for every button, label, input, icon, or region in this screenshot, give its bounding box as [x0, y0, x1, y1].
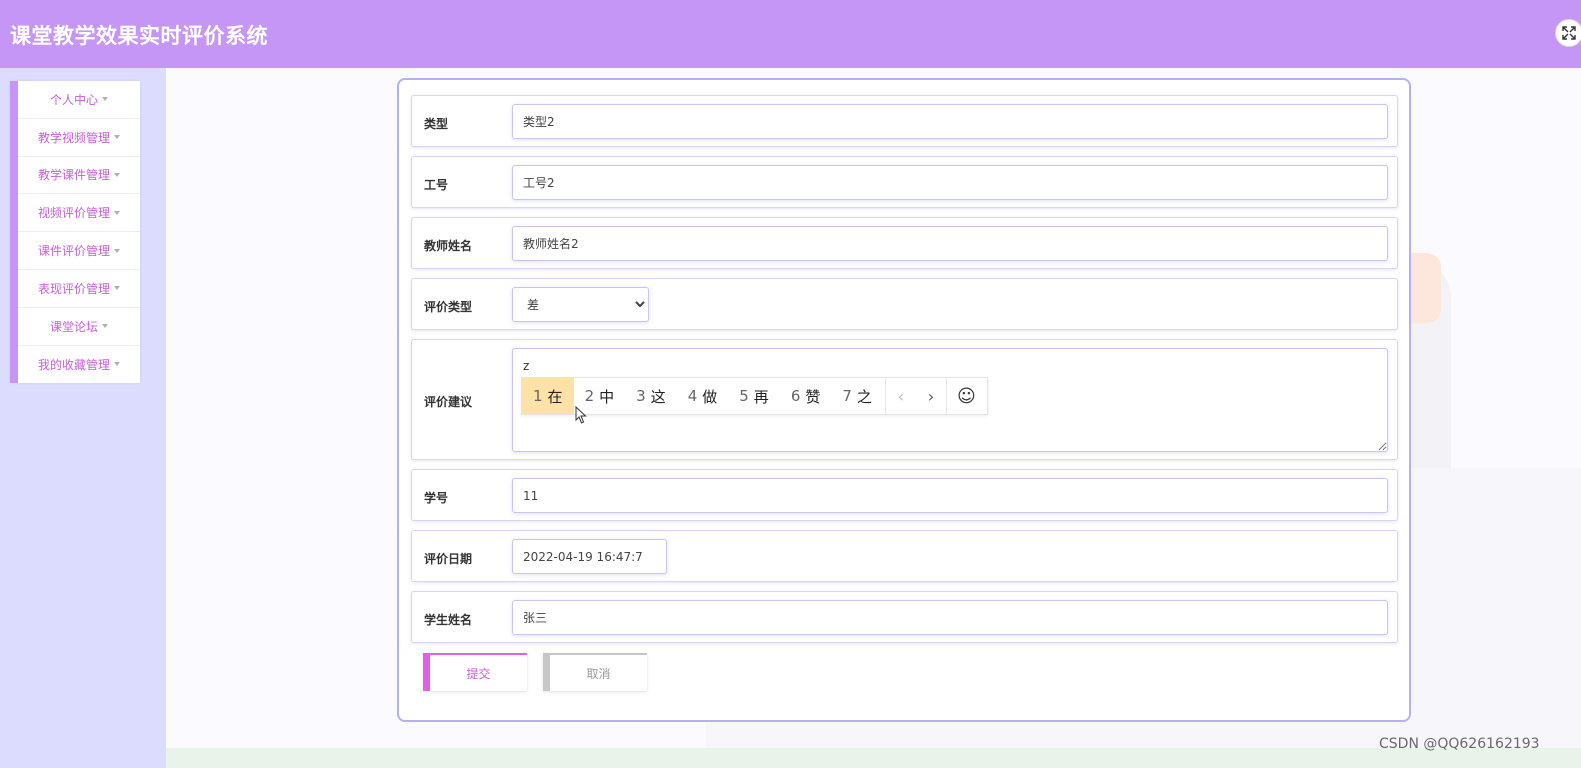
ime-emoji-icon[interactable]: ☺ — [945, 378, 986, 414]
top-header: 课堂教学效果实时评价系统 — [0, 0, 1581, 68]
ime-candidate-number: 2 — [584, 387, 595, 405]
ime-candidate-char: 在 — [547, 387, 563, 406]
ime-candidate-bar: 1在 2中 3这 4做 5再 6赞 7之 ‹ › ☺ — [521, 377, 988, 415]
sidebar-item-video-eval[interactable]: 视频评价管理 — [18, 194, 140, 233]
footer-strip — [166, 748, 1581, 768]
ime-candidate[interactable]: 7之 — [831, 378, 883, 414]
caret-down-icon — [114, 248, 120, 253]
field-label: 类型 — [424, 117, 449, 131]
field-label: 评价建议 — [424, 395, 473, 409]
caret-down-icon — [114, 286, 120, 291]
mouse-pointer-icon — [575, 406, 587, 424]
app-title: 课堂教学效果实时评价系统 — [10, 24, 268, 48]
sidebar-item-personal-center[interactable]: 个人中心 — [18, 81, 140, 119]
sidebar-item-performance-eval[interactable]: 表现评价管理 — [18, 270, 140, 308]
form-row-type: 类型 — [411, 95, 1398, 147]
ime-candidate[interactable]: 4做 — [677, 378, 729, 414]
staff-no-input[interactable] — [512, 165, 1388, 200]
sidebar-item-label: 课堂论坛 — [49, 319, 98, 334]
ime-candidate-char: 做 — [702, 387, 718, 406]
ime-candidate-number: 7 — [842, 387, 852, 405]
sidebar-item-courseware-management[interactable]: 教学课件管理 — [18, 157, 140, 195]
student-name-input[interactable] — [512, 600, 1388, 635]
cancel-button[interactable]: 取消 — [543, 653, 647, 691]
field-label: 学生姓名 — [424, 613, 473, 627]
ime-candidate[interactable]: 3这 — [625, 378, 677, 414]
field-label: 工号 — [424, 178, 449, 192]
caret-down-icon — [102, 97, 108, 102]
ime-candidate-number: 5 — [739, 387, 749, 405]
form-row-staff-no: 工号 — [411, 156, 1398, 208]
form-row-teacher-name: 教师姓名 — [411, 217, 1398, 269]
teacher-name-input[interactable] — [512, 226, 1388, 261]
ime-candidate[interactable]: 5再 — [728, 378, 780, 414]
sidebar-item-label: 教学视频管理 — [37, 130, 110, 145]
sidebar-item-label: 个人中心 — [49, 92, 98, 107]
submit-button[interactable]: 提交 — [423, 653, 527, 691]
form-row-student-no: 学号 — [411, 469, 1398, 521]
caret-down-icon — [114, 210, 120, 215]
eval-date-input[interactable] — [512, 539, 667, 574]
sidebar-item-forum[interactable]: 课堂论坛 — [18, 308, 140, 346]
ime-candidate[interactable]: 6赞 — [780, 378, 832, 414]
expand-icon — [1562, 26, 1576, 40]
field-label: 评价类型 — [424, 300, 473, 314]
type-input[interactable] — [512, 104, 1388, 139]
ime-candidate-number: 4 — [687, 387, 698, 405]
sidebar-item-label: 表现评价管理 — [37, 281, 110, 296]
sidebar-item-favorites[interactable]: 我的收藏管理 — [18, 346, 140, 384]
field-label: 学号 — [424, 491, 449, 505]
ime-candidate-number: 1 — [533, 387, 543, 405]
ime-candidate-char: 再 — [753, 387, 769, 406]
watermark: CSDN @QQ626162193 — [1379, 736, 1540, 752]
caret-down-icon — [114, 362, 120, 367]
sidebar-item-label: 视频评价管理 — [37, 206, 110, 221]
caret-down-icon — [114, 135, 120, 140]
ime-candidate-number: 3 — [636, 387, 646, 405]
sidebar-item-courseware-eval[interactable]: 课件评价管理 — [18, 232, 140, 270]
ime-candidate-char: 这 — [650, 387, 666, 406]
field-label: 评价日期 — [424, 552, 473, 566]
fullscreen-button[interactable] — [1555, 19, 1581, 47]
eval-type-select[interactable]: 差 — [512, 287, 649, 322]
form-row-eval-date: 评价日期 — [411, 530, 1398, 582]
ime-candidate[interactable]: 1在 — [522, 378, 574, 414]
caret-down-icon — [114, 172, 120, 177]
ime-prev-page-icon[interactable]: ‹ — [886, 378, 916, 414]
ime-candidate-char: 之 — [856, 387, 872, 406]
form-row-student-name: 学生姓名 — [411, 591, 1398, 643]
ime-next-page-icon[interactable]: › — [916, 378, 946, 414]
field-label: 教师姓名 — [424, 239, 473, 253]
sidebar-menu: 个人中心 教学视频管理 教学课件管理 视频评价管理 课件评价管理 表现评价管理 … — [10, 81, 140, 384]
student-no-input[interactable] — [512, 478, 1388, 513]
sidebar-item-label: 课件评价管理 — [37, 244, 110, 259]
caret-down-icon — [102, 324, 108, 329]
sidebar-item-label: 我的收藏管理 — [37, 357, 110, 372]
ime-candidate-char: 赞 — [805, 387, 821, 406]
ime-candidate-char: 中 — [599, 387, 615, 406]
sidebar-item-label: 教学课件管理 — [37, 168, 110, 183]
sidebar-item-video-management[interactable]: 教学视频管理 — [18, 119, 140, 157]
form-row-eval-type: 评价类型 差 — [411, 278, 1398, 330]
ime-candidate-number: 6 — [790, 387, 801, 405]
